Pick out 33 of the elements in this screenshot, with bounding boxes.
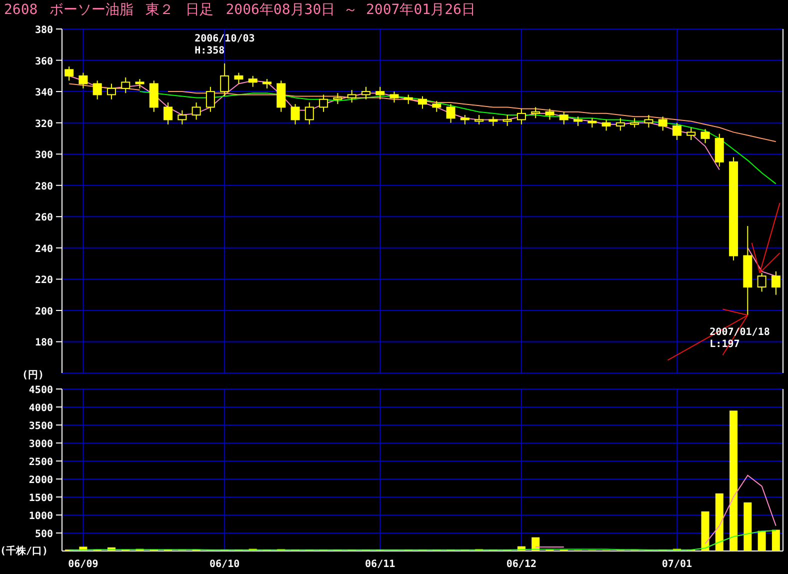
- unit-label: (円): [22, 370, 44, 380]
- chart-title-text: 2006年08月30日 ～ 2007年01月26日: [226, 1, 476, 19]
- axis-label: 4500: [28, 385, 53, 396]
- axis-label: 380: [34, 25, 53, 36]
- axis-label: 280: [34, 181, 53, 192]
- chart-title-text: 日足: [186, 1, 214, 19]
- axis-label: 4000: [28, 403, 53, 414]
- axis-label: 260: [34, 212, 53, 224]
- axis-label: 1500: [28, 493, 53, 504]
- axis-label: 1000: [28, 511, 53, 522]
- axis-label: 300: [34, 150, 53, 162]
- chart-title-text: 東２: [146, 1, 174, 19]
- axis-label: 500: [34, 529, 53, 540]
- axis-label: 07/01: [662, 559, 692, 570]
- chart-title-text: 2608: [4, 2, 38, 18]
- axis-label: 06/09: [68, 559, 98, 570]
- axis-label: 220: [34, 275, 53, 286]
- axis-label: 3500: [28, 421, 53, 432]
- axis-label: 240: [34, 244, 53, 255]
- axis-label: 06/11: [365, 559, 396, 570]
- axis-label: 2500: [28, 457, 53, 468]
- annotation-label: H:358: [194, 45, 225, 56]
- axis-label: 06/10: [210, 559, 240, 570]
- axis-label: 2000: [28, 475, 53, 486]
- axis-label: 200: [34, 306, 53, 318]
- axis-label: 320: [34, 118, 53, 130]
- axis-label: 3000: [28, 439, 53, 450]
- unit-label: (千株/口): [0, 546, 48, 557]
- axis-label: 340: [34, 88, 53, 99]
- axis-label: 180: [34, 338, 53, 349]
- axis-label: 06/12: [506, 559, 537, 570]
- chart-title-text: ボーソー油脂: [50, 1, 134, 19]
- axis-label: 360: [34, 56, 53, 68]
